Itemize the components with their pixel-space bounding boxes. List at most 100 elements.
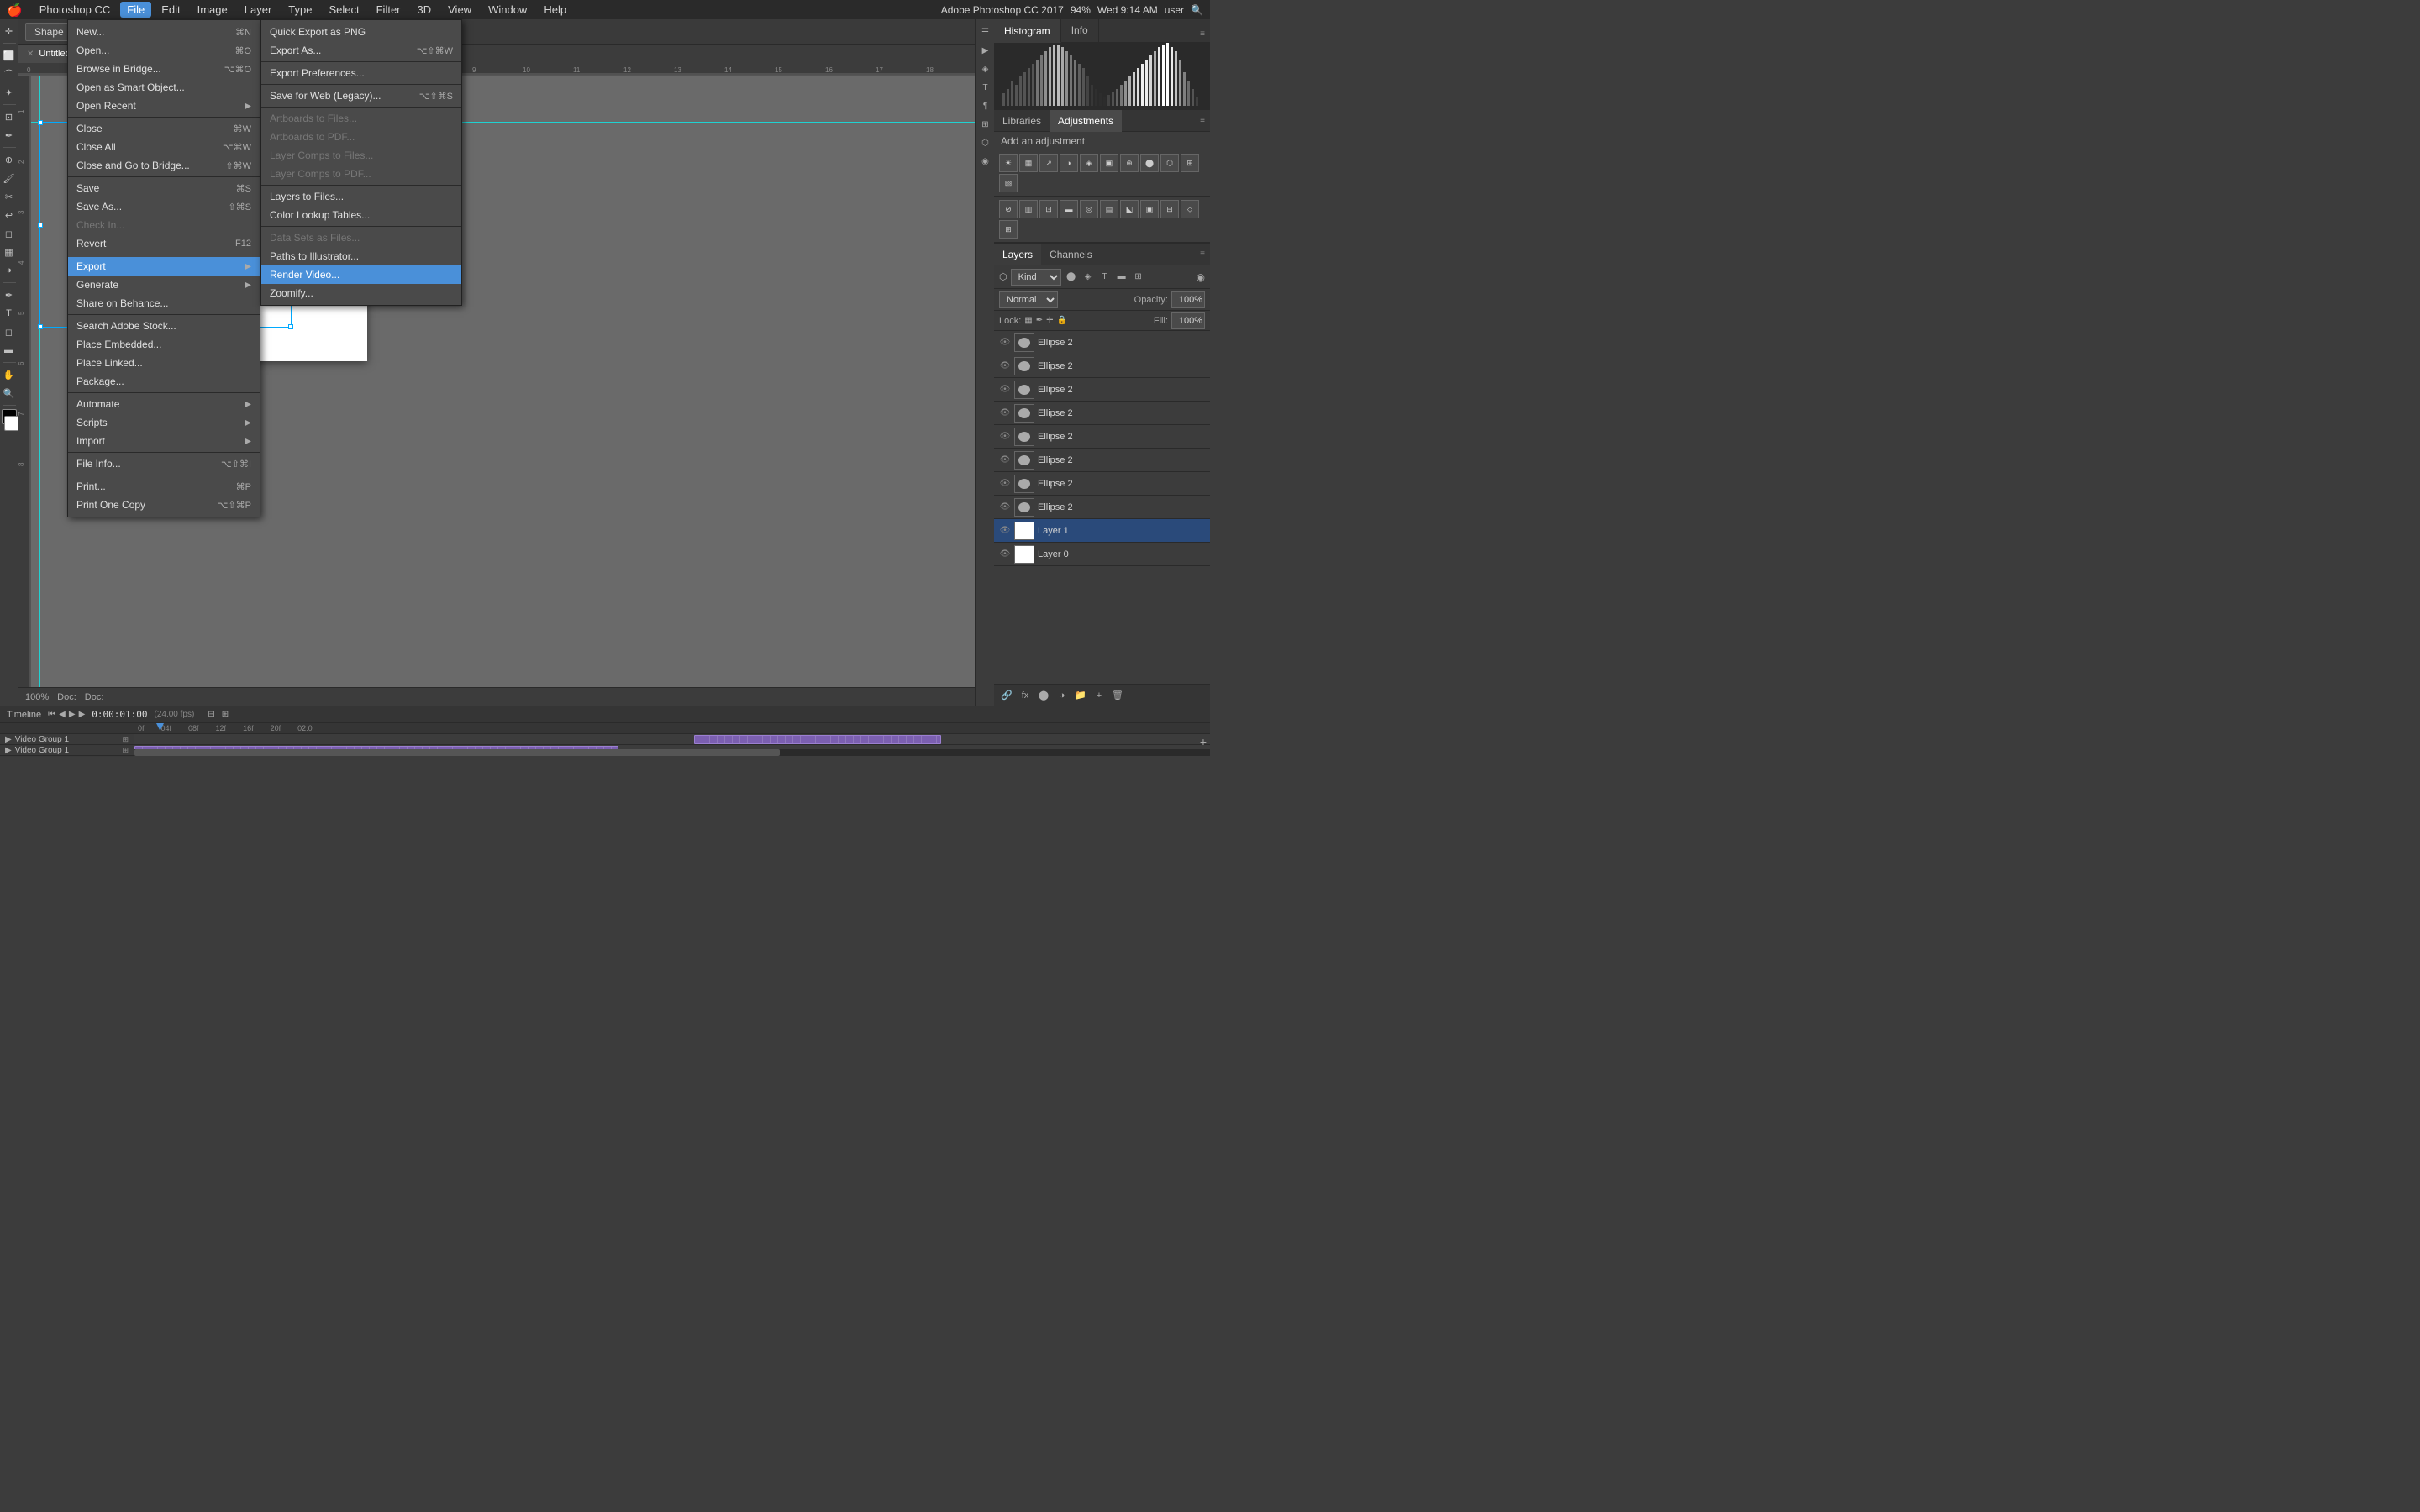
menu-new[interactable]: New... ⌘N xyxy=(68,23,260,41)
pen-tool[interactable]: ✒ xyxy=(1,286,18,303)
exposure-icon[interactable]: ◑ xyxy=(1060,154,1078,172)
filter-adj-icon[interactable]: ◈ xyxy=(1081,270,1095,284)
layer-item-active[interactable]: 👁 Layer 1 xyxy=(994,519,1210,543)
filter-toggle[interactable]: ◉ xyxy=(1197,271,1205,283)
panel-expand-icon[interactable]: ≡ xyxy=(1195,26,1210,42)
menu-photoshop[interactable]: Photoshop CC xyxy=(33,2,118,18)
clip-vg2[interactable] xyxy=(134,757,1210,758)
brush-tool[interactable]: 🖌 xyxy=(1,170,18,186)
curves-icon[interactable]: ↗ xyxy=(1039,154,1058,172)
layer-item[interactable]: 👁 Ellipse 2 xyxy=(994,496,1210,519)
panel-icon-play[interactable]: ▶ xyxy=(978,43,993,58)
menu-place-linked[interactable]: Place Linked... xyxy=(68,354,260,372)
handle-bottom-left[interactable] xyxy=(38,324,43,329)
magic-wand-tool[interactable]: ✦ xyxy=(1,84,18,101)
layer-item[interactable]: 👁 Ellipse 2 xyxy=(994,331,1210,354)
menu-open-smart[interactable]: Open as Smart Object... xyxy=(68,78,260,97)
adj-icon-8[interactable]: ▣ xyxy=(1140,200,1159,218)
menu-edit[interactable]: Edit xyxy=(155,2,187,18)
dodge-tool[interactable]: ◑ xyxy=(1,262,18,279)
bw-icon[interactable]: ⬤ xyxy=(1140,154,1159,172)
layer-visibility-4[interactable]: 👁 xyxy=(999,407,1011,419)
menu-browse-bridge[interactable]: Browse in Bridge... ⌥⌘O xyxy=(68,60,260,78)
menu-check-in[interactable]: Check In... xyxy=(68,216,260,234)
apple-menu[interactable]: 🍎 xyxy=(7,3,23,18)
vibrance-icon[interactable]: ◈ xyxy=(1080,154,1098,172)
menu-save-as[interactable]: Save As... ⇧⌘S xyxy=(68,197,260,216)
menu-layer[interactable]: Layer xyxy=(238,2,279,18)
step-forward-btn[interactable]: ▶ xyxy=(79,710,86,719)
menu-file[interactable]: File xyxy=(120,2,151,18)
menu-image[interactable]: Image xyxy=(191,2,234,18)
eraser-tool[interactable]: ◻ xyxy=(1,225,18,242)
filter-smart-icon[interactable]: ⊞ xyxy=(1132,270,1145,284)
panel-icon-layers[interactable]: ☰ xyxy=(978,24,993,39)
tab-adjustments[interactable]: Adjustments xyxy=(1050,110,1122,132)
link-layers-icon[interactable]: 🔗 xyxy=(999,688,1014,703)
menu-3d[interactable]: 3D xyxy=(411,2,439,18)
menu-scripts[interactable]: Scripts ▶ xyxy=(68,413,260,432)
handle-top-left[interactable] xyxy=(38,120,43,125)
gradient-tool[interactable]: ▦ xyxy=(1,244,18,260)
layer-item[interactable]: 👁 Ellipse 2 xyxy=(994,449,1210,472)
selective-color-icon[interactable]: ◎ xyxy=(1080,200,1098,218)
layer-visibility-5[interactable]: 👁 xyxy=(999,431,1011,443)
layer-visibility-1[interactable]: 👁 xyxy=(999,337,1011,349)
tab-histogram[interactable]: Histogram xyxy=(994,19,1061,43)
panel-icon-style[interactable]: ◉ xyxy=(978,154,993,169)
menu-import[interactable]: Import ▶ xyxy=(68,432,260,450)
lock-transparent-icon[interactable]: ▦ xyxy=(1024,316,1032,325)
layer-item[interactable]: 👁 Ellipse 2 xyxy=(994,472,1210,496)
filter-shape-icon[interactable]: ▬ xyxy=(1115,270,1128,284)
timeline-label-vg1[interactable]: ▶ Video Group 1 ⊞ xyxy=(0,734,134,745)
menu-file-info[interactable]: File Info... ⌥⇧⌘I xyxy=(68,454,260,473)
vg1b-icon[interactable]: ⊞ xyxy=(122,746,129,755)
opacity-input[interactable] xyxy=(1171,291,1205,308)
timeline-label-vg2[interactable]: ▶ Video Group 2 ⊞ xyxy=(0,756,134,757)
lock-image-icon[interactable]: ✒ xyxy=(1036,316,1043,325)
export-preferences[interactable]: Export Preferences... xyxy=(261,64,461,82)
layer-visibility-10[interactable]: 👁 xyxy=(999,549,1011,560)
menu-print-one[interactable]: Print One Copy ⌥⇧⌘P xyxy=(68,496,260,514)
panel-icon-text[interactable]: T xyxy=(978,80,993,95)
vg1-icon[interactable]: ⊞ xyxy=(122,735,129,744)
menu-close[interactable]: Close ⌘W xyxy=(68,119,260,138)
layer-item[interactable]: 👁 Layer 0 xyxy=(994,543,1210,566)
go-to-start-btn[interactable]: ⏮ xyxy=(48,710,55,719)
type-tool[interactable]: T xyxy=(1,305,18,322)
invert-icon[interactable]: ⊘ xyxy=(999,200,1018,218)
search-icon[interactable]: 🔍 xyxy=(1191,4,1203,16)
layer-item[interactable]: 👁 Ellipse 2 xyxy=(994,378,1210,402)
panel-icon-lib[interactable]: ⊞ xyxy=(978,117,993,132)
menu-share-behance[interactable]: Share on Behance... xyxy=(68,294,260,312)
menu-export[interactable]: Export ▶ xyxy=(68,257,260,276)
eyedropper-tool[interactable]: ✒ xyxy=(1,127,18,144)
menu-print[interactable]: Print... ⌘P xyxy=(68,477,260,496)
menu-generate[interactable]: Generate ▶ xyxy=(68,276,260,294)
layer-style-icon[interactable]: fx xyxy=(1018,688,1033,703)
vg2-icon[interactable]: ⊞ xyxy=(122,757,129,758)
panel-icon-para[interactable]: ¶ xyxy=(978,98,993,113)
hsl-icon[interactable]: ▣ xyxy=(1100,154,1118,172)
menu-type[interactable]: Type xyxy=(281,2,318,18)
adj-icon-9[interactable]: ⊟ xyxy=(1160,200,1179,218)
export-layers-files[interactable]: Layers to Files... xyxy=(261,187,461,206)
export-artboards-pdf[interactable]: Artboards to PDF... xyxy=(261,128,461,146)
layer-item[interactable]: 👁 Ellipse 2 xyxy=(994,425,1210,449)
path-tool[interactable]: ◻ xyxy=(1,323,18,340)
panel-icon-3d[interactable]: ⬡ xyxy=(978,135,993,150)
mask-icon[interactable]: ⬤ xyxy=(1036,688,1051,703)
menu-window[interactable]: Window xyxy=(481,2,534,18)
crop-tool[interactable]: ⊡ xyxy=(1,108,18,125)
layer-visibility-2[interactable]: 👁 xyxy=(999,360,1011,372)
layers-expand[interactable]: ≡ xyxy=(1195,246,1210,262)
posterize-icon[interactable]: ▥ xyxy=(1019,200,1038,218)
tab-channels[interactable]: Channels xyxy=(1041,244,1101,265)
menu-close-bridge[interactable]: Close and Go to Bridge... ⇧⌘W xyxy=(68,156,260,175)
healing-tool[interactable]: ⊕ xyxy=(1,151,18,168)
menu-close-all[interactable]: Close All ⌥⌘W xyxy=(68,138,260,156)
new-layer-icon[interactable]: + xyxy=(1092,688,1107,703)
lasso-tool[interactable]: ⌒ xyxy=(1,66,18,82)
adj-icon-11[interactable]: ⊞ xyxy=(999,220,1018,239)
adj-icon-6[interactable]: ▤ xyxy=(1100,200,1118,218)
